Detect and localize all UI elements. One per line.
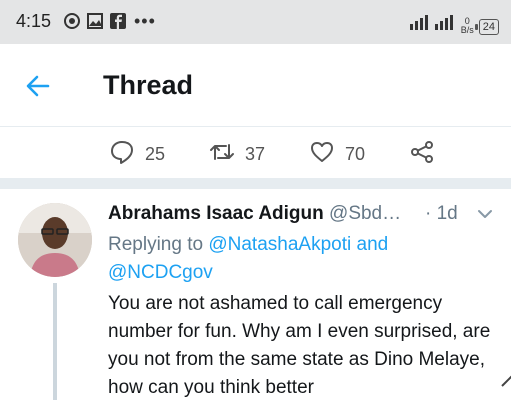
tweet-time: · 1d: [425, 203, 458, 224]
replying-to: Replying to @NatashaAkpoti and @NCDCgov: [108, 231, 498, 287]
retweet-icon: [209, 139, 235, 170]
network-speed: 0 B/s: [461, 17, 474, 35]
avatar[interactable]: [18, 203, 92, 277]
heart-icon: [309, 139, 335, 170]
image-icon: [86, 12, 104, 30]
replying-and: and: [351, 234, 389, 255]
like-button[interactable]: 70: [309, 139, 365, 170]
thread-header: Thread: [0, 44, 511, 127]
facebook-icon: [109, 12, 127, 30]
status-bar: 4:15 ••• 0 B/s 24: [0, 0, 511, 44]
like-count: 70: [345, 144, 366, 164]
mention-link[interactable]: @NatashaAkpoti: [208, 234, 351, 255]
reply-count: 25: [145, 144, 166, 164]
status-time: 4:15: [16, 11, 52, 31]
chevron-down-icon[interactable]: [476, 205, 494, 223]
tweet-text: You are not ashamed to call emergency nu…: [108, 293, 491, 398]
reply-tweet[interactable]: Abrahams Isaac Adigun @Sbd… · 1d Replyin…: [0, 189, 511, 400]
system-indicators: 0 B/s 24: [409, 12, 499, 35]
scroll-indicator: [496, 370, 511, 400]
page-title: Thread: [103, 70, 194, 100]
author-handle[interactable]: @Sbd…: [329, 203, 401, 224]
retweet-button[interactable]: 37: [209, 139, 265, 170]
tweet-actions-bar: 25 37 70: [0, 127, 511, 177]
author-name[interactable]: Abrahams Isaac Adigun: [108, 203, 324, 224]
arrow-left-icon[interactable]: [24, 72, 52, 100]
network-speed-unit: B/s: [460, 25, 474, 35]
retweet-count: 37: [245, 144, 266, 164]
share-icon: [409, 139, 435, 170]
thread-connector-line: [53, 283, 57, 400]
battery-icon: 24: [474, 19, 499, 35]
more-notifications-icon: •••: [134, 11, 156, 31]
chat-bubble-icon: [63, 12, 81, 30]
signal-icon: [409, 12, 456, 35]
notification-icons: •••: [63, 12, 156, 30]
mention-link[interactable]: @NCDCgov: [108, 262, 213, 283]
share-button[interactable]: [409, 139, 435, 170]
section-divider: [0, 178, 511, 189]
replying-prefix: Replying to: [108, 234, 209, 255]
reply-icon: [109, 139, 135, 170]
reply-button[interactable]: 25: [109, 139, 165, 170]
